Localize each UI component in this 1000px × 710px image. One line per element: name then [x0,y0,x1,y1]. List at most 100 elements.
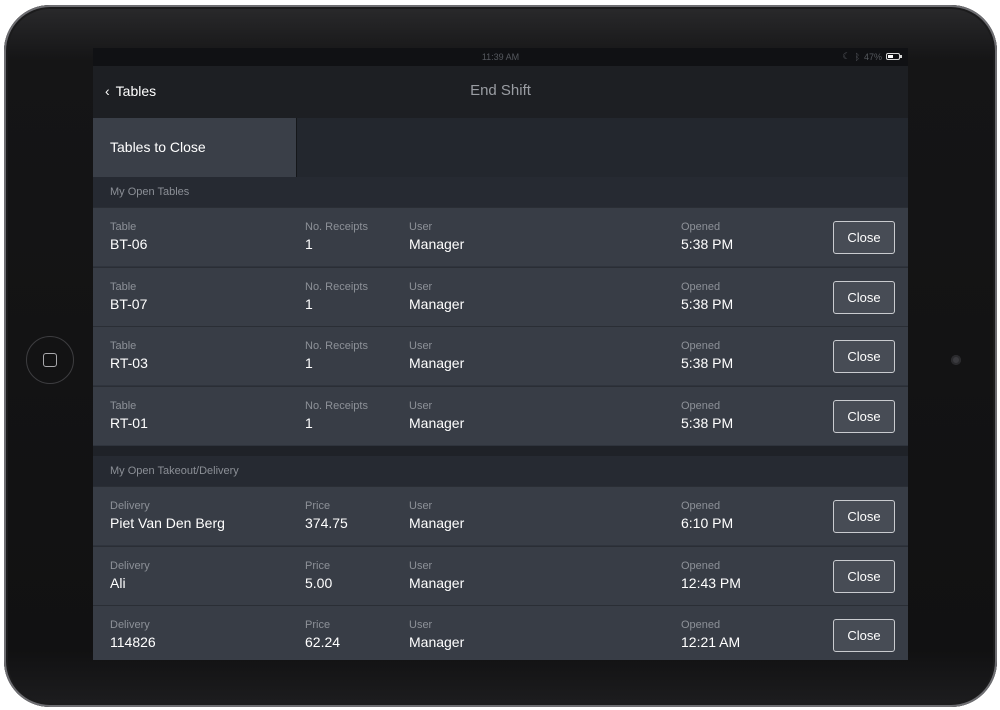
tab-bar: Tables to Close [93,118,908,177]
cell-user-value: Manager [409,414,465,431]
cell-user-label: User [409,619,433,631]
cell-opened-label: Opened [681,619,721,631]
cell-user: User Manager [409,399,464,432]
cell-name-value: 114826 [110,634,156,650]
cell-name: Table RT-01 [110,399,148,432]
cell-name-value: Piet Van Den Berg [110,515,225,531]
cell-opened: Opened 12:43 PM [681,559,741,592]
cell-opened-value: 5:38 PM [681,295,734,312]
cell-opened-label: Opened [681,399,721,412]
cell-opened-value: 12:21 AM [681,634,741,650]
cell-opened-label: Opened [681,221,721,233]
cell-name-label: Delivery [110,559,150,572]
section-divider [93,446,908,456]
section-header-takeout: My Open Takeout/Delivery [93,456,908,486]
cell-metric: Price 5.00 [305,559,332,592]
cell-name: Table BT-06 [110,220,147,253]
cell-name-label: Table [110,399,137,412]
cell-name: Delivery Piet Van Den Berg [110,499,225,532]
cell-user-label: User [409,500,433,512]
cell-user-value: Manager [409,634,465,650]
cell-user: User Manager [409,339,464,372]
cell-user-label: User [409,221,433,233]
cell-opened-value: 5:38 PM [681,236,734,252]
home-button[interactable] [26,336,74,384]
cell-opened-label: Opened [681,500,721,512]
cell-metric-value: 374.75 [305,515,348,531]
close-button[interactable]: Close [833,500,895,533]
battery-percent: 47% [863,51,882,62]
home-square-icon [43,353,57,367]
cell-opened: Opened 5:38 PM [681,280,733,313]
cell-opened-label: Opened [681,559,721,572]
page-title: End Shift [470,82,531,99]
moon-icon: ☾ [842,51,851,61]
cell-metric-value: 1 [305,355,313,371]
cell-opened: Opened 5:38 PM [681,339,733,372]
cell-name-value: BT-07 [110,295,148,312]
status-time: 11:39 AM [481,52,520,62]
cell-opened: Opened 6:10 PM [681,499,733,532]
cell-name-label: Table [110,280,137,293]
cell-metric-label: Price [305,619,331,631]
cell-user: User Manager [409,499,464,532]
tab-tables-to-close[interactable]: Tables to Close [93,118,297,177]
list-item: Table RT-03 No. Receipts 1 User Manager Opened… [93,326,908,385]
cell-metric: Price 62.24 [305,618,340,651]
app-screen: 11:39 AM ☾ ᛒ 47% ‹ Tables End Shift Tabl… [93,48,908,660]
cell-metric-value: 62.24 [305,634,341,650]
cell-metric-value: 1 [305,295,313,312]
cell-opened-value: 5:38 PM [681,414,734,431]
cell-name: Table RT-03 [110,339,148,372]
cell-user-label: User [409,340,433,352]
cell-metric-value: 1 [305,236,313,252]
navigation-bar: ‹ Tables End Shift [93,66,908,118]
cell-metric-label: No. Receipts [305,399,368,412]
close-button[interactable]: Close [833,619,895,652]
cell-user: User Manager [409,618,464,651]
close-button[interactable]: Close [833,399,895,433]
cell-user: User Manager [409,280,464,313]
close-button[interactable]: Close [833,280,895,314]
close-button[interactable]: Close [833,559,895,593]
cell-metric-label: No. Receipts [305,221,368,233]
cell-name-value: BT-06 [110,236,148,252]
list-item: Delivery 114826 Price 62.24 User Manager Opene… [93,605,908,660]
status-right: ☾ ᛒ 47% [842,51,902,62]
cell-name: Delivery Ali [110,559,150,592]
cell-metric: No. Receipts 1 [305,399,368,432]
cell-user-value: Manager [409,515,465,531]
cell-user-label: User [409,280,433,293]
bluetooth-icon: ᛒ [854,51,860,62]
cell-metric-value: 5.00 [305,574,333,591]
cell-user-value: Manager [409,355,465,371]
cell-name-label: Delivery [110,500,150,512]
cell-metric-label: No. Receipts [305,340,368,352]
cell-user-value: Manager [409,574,465,591]
cell-metric-label: No. Receipts [305,280,368,293]
cell-name-value: RT-03 [110,355,148,371]
cell-name-value: RT-01 [110,414,148,431]
cell-user-label: User [409,399,433,412]
list-item: Delivery Ali Price 5.00 User Manager Opened 12:… [93,545,908,605]
cell-user-value: Manager [409,236,465,252]
cell-opened: Opened 5:38 PM [681,399,733,432]
close-button[interactable]: Close [833,221,895,254]
cell-name: Delivery 114826 [110,618,156,651]
cell-user: User Manager [409,220,464,253]
status-bar: 11:39 AM ☾ ᛒ 47% [93,48,908,66]
list-item: Delivery Piet Van Den Berg Price 374.75 User… [93,486,908,545]
list-item: Table BT-06 No. Receipts 1 User Manager Opened… [93,207,908,266]
cell-name-value: Ali [110,574,126,591]
close-button[interactable]: Close [833,340,895,373]
cell-metric-label: Price [305,500,331,512]
cell-opened-value: 5:38 PM [681,355,734,371]
cell-opened: Opened 5:38 PM [681,220,733,253]
cell-user: User Manager [409,559,464,592]
cell-metric: No. Receipts 1 [305,339,368,372]
camera-icon [951,355,961,365]
cell-opened-label: Opened [681,340,721,352]
cell-name: Table BT-07 [110,280,147,313]
cell-metric: No. Receipts 1 [305,220,368,253]
cell-metric: Price 374.75 [305,499,348,532]
